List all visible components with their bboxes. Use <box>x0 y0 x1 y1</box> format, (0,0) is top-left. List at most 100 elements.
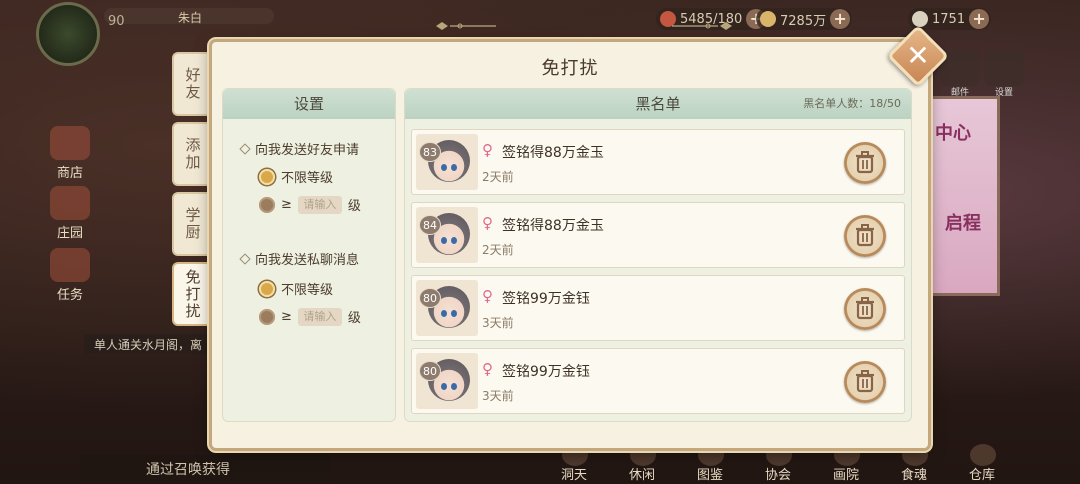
blacklist-row[interactable]: 80 ♀ 签铭99万金钰 3天前 <box>411 348 905 414</box>
nav-label: 画院 <box>832 468 859 483</box>
blacklist-header: 黑名单 黑名单人数：18/50 <box>405 89 911 119</box>
private-chat-unlimited-option[interactable]: 不限等级 <box>259 279 333 298</box>
event-poster[interactable]: 中心 启程 <box>928 96 1000 296</box>
nav-label: 食魂 <box>900 468 927 483</box>
nav-leisure[interactable]: 休闲 <box>608 444 676 484</box>
radio-unselected-icon[interactable] <box>259 196 275 213</box>
remove-from-blacklist-button[interactable] <box>844 288 886 330</box>
private-chat-label: 向我发送私聊消息 <box>255 253 360 268</box>
blacklist-count: 黑名单人数：18/50 <box>803 97 901 110</box>
blocked-user-avatar[interactable]: 80 <box>416 280 478 336</box>
task-button[interactable]: 任务 <box>48 248 92 303</box>
world-chat-line[interactable]: 单人通关水月阁，离 <box>84 334 213 354</box>
diamond-bullet-icon <box>239 252 251 265</box>
dialog-title: 免打扰 <box>541 58 599 79</box>
ge-symbol: ≥ <box>281 309 292 324</box>
settings-panel: 设置 向我发送好友申请 不限等级 ≥ 请输入 级 向我发送私聊消息 不限等级 ≥… <box>222 88 396 422</box>
nav-label: 洞天 <box>560 468 587 483</box>
tab-add-label: 添加 <box>183 137 202 171</box>
manor-button[interactable]: 庄园 <box>48 186 92 241</box>
player-level: 90 <box>108 14 125 29</box>
gold-resource: 7285万 + <box>756 8 853 30</box>
player-avatar[interactable] <box>36 2 100 66</box>
remove-from-blacklist-button[interactable] <box>844 361 886 403</box>
female-icon: ♀ <box>482 214 493 232</box>
blocked-user-avatar[interactable]: 84 <box>416 207 478 263</box>
nav-gallery[interactable]: 画院 <box>812 444 880 484</box>
nav-label: 休闲 <box>628 468 655 483</box>
trash-icon <box>856 151 874 174</box>
nav-guild[interactable]: 协会 <box>744 444 812 484</box>
poster-text-bottom: 启程 <box>945 213 981 234</box>
female-icon: ♀ <box>482 360 493 378</box>
nav-food-soul[interactable]: 食魂 <box>880 444 948 484</box>
friend-request-unlimited-option[interactable]: 不限等级 <box>259 167 333 186</box>
nav-grotto[interactable]: 洞天 <box>540 444 608 484</box>
blacklist-title: 黑名单 <box>635 95 681 113</box>
friend-request-min-level-option[interactable]: ≥ 请输入 级 <box>259 195 361 214</box>
shop-button[interactable]: 商店 <box>48 126 92 181</box>
unlimited-level-label: 不限等级 <box>281 171 334 186</box>
tab-learn-cooking[interactable]: 学厨 <box>172 192 212 256</box>
friend-request-label: 向我发送好友申请 <box>255 143 360 158</box>
title-ornament-right-icon <box>672 22 732 30</box>
level-unit-label: 级 <box>347 199 361 214</box>
private-chat-min-level-option[interactable]: ≥ 请输入 级 <box>259 307 361 326</box>
gem-icon <box>912 11 928 27</box>
gold-icon <box>760 11 776 27</box>
female-icon: ♀ <box>482 287 493 305</box>
friend-request-section: 向我发送好友申请 <box>239 139 360 158</box>
diamond-bullet-icon <box>239 142 251 155</box>
dialog-title-bar: 免打扰 <box>442 54 698 84</box>
blocked-user-name: 签铭得88万金玉 <box>502 145 604 161</box>
warehouse-icon <box>970 444 996 466</box>
add-gold-button[interactable]: + <box>830 9 851 29</box>
add-gem-button[interactable]: + <box>969 9 990 29</box>
task-icon <box>50 248 90 282</box>
blocked-user-name: 签铭99万金钰 <box>502 291 590 307</box>
bottom-nav: 洞天 休闲 图鉴 协会 画院 食魂 仓库 <box>540 444 1080 484</box>
nav-atlas[interactable]: 图鉴 <box>676 444 744 484</box>
blocked-user-avatar[interactable]: 83 <box>416 134 478 190</box>
blacklist-row[interactable]: 83 ♀ 签铭得88万金玉 2天前 <box>411 129 905 195</box>
tab-friends[interactable]: 好友 <box>172 52 212 116</box>
remove-from-blacklist-button[interactable] <box>844 142 886 184</box>
blocked-time: 3天前 <box>482 316 514 330</box>
radio-selected-icon[interactable] <box>259 280 275 297</box>
user-level-badge: 80 <box>419 288 441 308</box>
user-level-badge: 83 <box>419 142 441 162</box>
trash-icon <box>856 297 874 320</box>
nav-label: 图鉴 <box>696 468 723 483</box>
tab-add[interactable]: 添加 <box>172 122 212 186</box>
private-chat-level-input[interactable]: 请输入 <box>297 307 342 326</box>
friend-request-level-input[interactable]: 请输入 <box>297 195 342 214</box>
nav-warehouse[interactable]: 仓库 <box>948 444 1016 484</box>
blocked-time: 3天前 <box>482 389 514 403</box>
level-unit-label: 级 <box>347 311 361 326</box>
unlimited-level-label: 不限等级 <box>281 283 334 298</box>
poster-text-top: 中心 <box>935 123 971 144</box>
user-level-badge: 80 <box>419 361 441 381</box>
blacklist-row[interactable]: 80 ♀ 签铭99万金钰 3天前 <box>411 275 905 341</box>
female-icon: ♀ <box>482 141 493 159</box>
manor-icon <box>50 186 90 220</box>
nav-label: 仓库 <box>968 468 995 483</box>
nav-label: 协会 <box>764 468 791 483</box>
radio-selected-icon[interactable] <box>259 168 275 185</box>
trash-icon <box>856 224 874 247</box>
gem-value: 1751 <box>932 11 966 27</box>
blacklist-row[interactable]: 84 ♀ 签铭得88万金玉 2天前 <box>411 202 905 268</box>
tab-do-not-disturb[interactable]: 免打扰 <box>172 262 212 326</box>
settings-button[interactable]: 设置 <box>984 50 1024 98</box>
blocked-user-name: 签铭99万金钰 <box>502 364 590 380</box>
remove-from-blacklist-button[interactable] <box>844 215 886 257</box>
close-icon[interactable]: ✕ <box>896 34 940 78</box>
tab-learn-cooking-label: 学厨 <box>183 207 202 241</box>
tab-do-not-disturb-label: 免打扰 <box>183 268 202 320</box>
blacklist-panel: 黑名单 黑名单人数：18/50 83 ♀ 签铭得88万金玉 2天前 84 ♀ 签… <box>404 88 912 422</box>
radio-unselected-icon[interactable] <box>259 308 275 325</box>
settings-header: 设置 <box>223 89 395 119</box>
blocked-user-avatar[interactable]: 80 <box>416 353 478 409</box>
user-level-badge: 84 <box>419 215 441 235</box>
recruit-banner[interactable]: 通过召唤获得 <box>80 455 330 481</box>
